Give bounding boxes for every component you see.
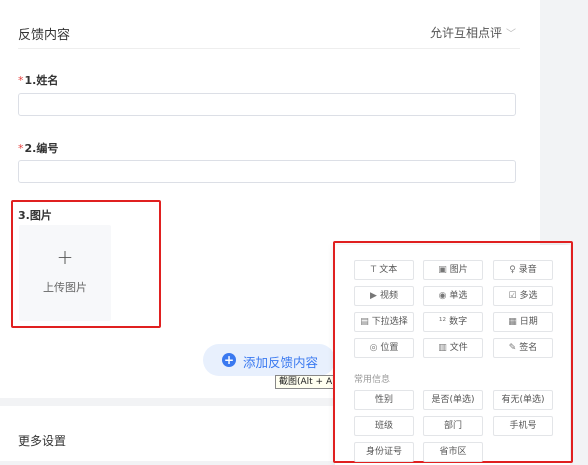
allow-peer-review-label: 允许互相点评	[429, 26, 502, 40]
location-icon: ◎	[369, 343, 378, 353]
common-info-title: 常用信息	[354, 375, 391, 385]
field-type-label: 日期	[519, 317, 538, 327]
radio-icon: ◉	[438, 291, 447, 301]
highlight-box-image-field	[11, 200, 161, 328]
field-type-label: 多选	[519, 291, 538, 301]
common-info-item[interactable]: 手机号	[493, 416, 553, 436]
number-icon: ¹²	[438, 317, 447, 327]
form-header: 反馈内容 允许互相点评 ﹀	[18, 22, 520, 44]
field-type-text[interactable]: T 文本	[354, 260, 414, 280]
field-type-calendar[interactable]: ▦ 日期	[493, 312, 553, 332]
text-icon: T	[370, 265, 377, 275]
common-info-item[interactable]: 是否(单选)	[423, 390, 483, 410]
header-divider	[18, 48, 520, 49]
field-type-label: 签名	[519, 343, 538, 353]
number-input[interactable]	[18, 160, 516, 183]
field-type-label: 图片	[449, 265, 468, 275]
field-type-dropdown[interactable]: ▤ 下拉选择	[354, 312, 414, 332]
field-type-file[interactable]: ▥ 文件	[423, 338, 483, 358]
field-type-label: 位置	[380, 343, 399, 353]
allow-peer-review-toggle[interactable]: 允许互相点评 ﹀	[430, 24, 516, 41]
add-circle-icon: +	[222, 353, 236, 367]
field-type-label: 视频	[379, 291, 398, 301]
field-type-video[interactable]: ▶ 视频	[354, 286, 414, 306]
field-type-signature[interactable]: ✎ 签名	[493, 338, 553, 358]
field-type-number[interactable]: ¹² 数字	[423, 312, 483, 332]
chevron-down-icon: ﹀	[506, 29, 516, 40]
field-type-radio[interactable]: ◉ 单选	[423, 286, 483, 306]
common-info-item[interactable]: 省市区	[423, 442, 483, 462]
image-icon: ▣	[438, 265, 447, 275]
add-feedback-content-label: 添加反馈内容	[243, 355, 319, 370]
required-asterisk: *	[18, 142, 24, 155]
common-info-item[interactable]: 身份证号	[354, 442, 414, 462]
field-label-number: *2.编号	[18, 142, 59, 155]
name-input[interactable]	[18, 93, 516, 116]
more-settings-title: 更多设置	[18, 434, 67, 448]
field-type-label: 下拉选择	[371, 317, 408, 327]
microphone-icon: ♀	[509, 265, 516, 275]
signature-icon: ✎	[508, 343, 517, 353]
required-asterisk: *	[18, 74, 24, 87]
field-type-label: 文本	[379, 265, 398, 275]
video-icon: ▶	[370, 291, 377, 301]
calendar-icon: ▦	[508, 317, 517, 327]
common-info-item[interactable]: 性别	[354, 390, 414, 410]
checkbox-icon: ☑	[508, 291, 517, 301]
field-type-microphone[interactable]: ♀ 录音	[493, 260, 553, 280]
common-info-item[interactable]: 部门	[423, 416, 483, 436]
field-type-label: 数字	[449, 317, 468, 327]
common-info-item[interactable]: 班级	[354, 416, 414, 436]
add-feedback-content-button[interactable]: + 添加反馈内容	[203, 344, 335, 376]
field-type-label: 文件	[449, 343, 468, 353]
section-title: 反馈内容	[18, 28, 71, 43]
field-type-label: 单选	[449, 291, 468, 301]
field-type-location[interactable]: ◎ 位置	[354, 338, 414, 358]
field-type-label: 录音	[518, 265, 537, 275]
dropdown-icon: ▤	[360, 317, 369, 327]
field-label-name: *1.姓名	[18, 74, 59, 87]
field-type-checkbox[interactable]: ☑ 多选	[493, 286, 553, 306]
file-icon: ▥	[438, 343, 447, 353]
field-type-image[interactable]: ▣ 图片	[423, 260, 483, 280]
common-info-item[interactable]: 有无(单选)	[493, 390, 553, 410]
screenshot-tooltip: 截图(Alt + A)	[275, 375, 340, 389]
